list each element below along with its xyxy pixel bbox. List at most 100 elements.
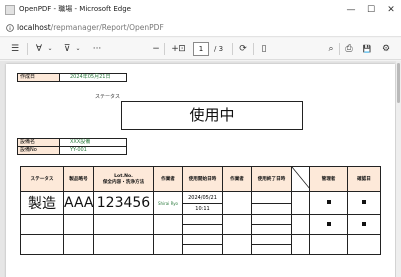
cell bbox=[63, 234, 94, 255]
toolbar-divider bbox=[27, 43, 28, 55]
equipment-no-value: YY-001 bbox=[59, 146, 127, 155]
minimize-button[interactable]: — bbox=[343, 2, 359, 18]
equipment-no-label: 設備No bbox=[17, 146, 60, 155]
cell bbox=[347, 214, 381, 235]
cell bbox=[309, 234, 348, 255]
vertical-scrollbar[interactable] bbox=[396, 61, 401, 277]
cell bbox=[222, 191, 252, 215]
chevron-down-icon[interactable]: ⌄ bbox=[74, 42, 82, 56]
worker-cell: Shirai Ryo bbox=[153, 191, 183, 215]
pdf-page: 作成日 2024年05月21日 ステータス 使用中 設備名 XXX設備 設備No… bbox=[6, 64, 395, 277]
cell bbox=[251, 234, 292, 245]
close-button[interactable]: ✕ bbox=[383, 2, 399, 18]
col-header: 作業者 bbox=[222, 166, 252, 192]
toolbar-divider bbox=[232, 43, 233, 55]
cell bbox=[153, 234, 183, 255]
cell bbox=[251, 244, 292, 255]
checkbox-mark bbox=[326, 221, 331, 226]
cell bbox=[251, 224, 292, 235]
cell bbox=[251, 203, 292, 215]
chevron-down-icon[interactable]: ⌄ bbox=[46, 42, 54, 56]
search-icon[interactable]: ⌕ bbox=[326, 42, 336, 56]
cell bbox=[20, 234, 64, 255]
info-icon[interactable] bbox=[6, 24, 14, 32]
product-cell: AAA bbox=[63, 191, 94, 215]
checkbox-mark bbox=[362, 221, 366, 226]
status-value: 使用中 bbox=[121, 101, 303, 130]
col-header: 製品略号 bbox=[63, 166, 94, 192]
col-header-diagonal bbox=[291, 166, 310, 192]
checkbox-mark bbox=[326, 200, 331, 204]
cell bbox=[251, 191, 292, 204]
start-time-cell: 10:11 bbox=[182, 203, 223, 215]
window-title: OpenPDF - 職場 - Microsoft Edge bbox=[19, 5, 131, 13]
url-host: localhost bbox=[17, 23, 51, 32]
col-header: 管理者 bbox=[309, 166, 348, 192]
url-path: /repmanager/Report/OpenPDF bbox=[50, 23, 164, 32]
toolbar-divider bbox=[253, 43, 254, 55]
url-text[interactable]: localhost/repmanager/Report/OpenPDF bbox=[17, 23, 164, 32]
cell bbox=[347, 191, 381, 215]
toolbar-divider bbox=[164, 43, 165, 55]
cell bbox=[347, 234, 381, 255]
pdf-viewer[interactable]: 作成日 2024年05月21日 ステータス 使用中 設備名 XXX設備 設備No… bbox=[0, 61, 401, 277]
erase-icon[interactable]: ⊽ bbox=[62, 42, 72, 56]
cell bbox=[182, 244, 223, 255]
contents-icon[interactable]: ☰ bbox=[10, 42, 20, 56]
col-header: 使用終了日時 bbox=[251, 166, 292, 192]
table-row: 製造 AAA 123456 Shirai Ryo 2024/05/21 bbox=[20, 191, 381, 215]
cell bbox=[222, 214, 252, 235]
app-icon bbox=[5, 5, 15, 15]
cell bbox=[222, 234, 252, 255]
col-header: ステータス bbox=[20, 166, 64, 192]
fit-page-icon[interactable]: ⊡ bbox=[176, 42, 188, 56]
col-header: 使用開始日時 bbox=[182, 166, 223, 192]
lot-cell: 123456 bbox=[93, 191, 154, 215]
print-icon[interactable]: ⎙ bbox=[344, 42, 354, 56]
col-header: Lot.No. 保全内容・洗浄方法 bbox=[93, 166, 154, 192]
page-number-input[interactable]: 1 bbox=[193, 42, 209, 56]
page-total: / 3 bbox=[214, 45, 224, 53]
cell bbox=[63, 214, 94, 235]
created-value: 2024年05月21日 bbox=[59, 73, 127, 82]
cell bbox=[251, 214, 292, 225]
rotate-icon[interactable]: ⟳ bbox=[238, 42, 248, 56]
status-caption: ステータス bbox=[95, 94, 121, 100]
cell bbox=[182, 214, 223, 225]
checkbox-mark bbox=[362, 200, 366, 204]
cell bbox=[93, 234, 154, 255]
cell bbox=[291, 214, 310, 235]
cell bbox=[93, 214, 154, 235]
draw-icon[interactable]: ∀ bbox=[34, 42, 44, 56]
diagonal-line bbox=[292, 167, 309, 188]
start-date-cell: 2024/05/21 bbox=[182, 191, 223, 204]
pdf-toolbar: ☰ ∀ ⌄ ⊽ ⌄ ··· − + ⊡ 1 / 3 ⟳ ▯ ⌕ ⎙ 💾 ⚙ bbox=[0, 38, 401, 60]
cell bbox=[309, 214, 348, 235]
usage-table: ステータス 製品略号 Lot.No. 保全内容・洗浄方法 作業者 使用開始日時 … bbox=[20, 166, 381, 255]
maximize-button[interactable]: ☐ bbox=[363, 2, 379, 18]
title-bar: OpenPDF - 職場 - Microsoft Edge — ☐ ✕ bbox=[0, 0, 401, 20]
cell bbox=[291, 234, 310, 255]
table-row bbox=[20, 214, 381, 235]
status-cell: 製造 bbox=[20, 191, 64, 215]
created-label: 作成日 bbox=[17, 73, 60, 82]
zoom-out-button[interactable]: − bbox=[151, 42, 161, 56]
col-header: 作業者 bbox=[153, 166, 183, 192]
save-icon[interactable]: 💾 bbox=[362, 42, 372, 56]
cell bbox=[20, 214, 64, 235]
cell bbox=[153, 214, 183, 235]
scrollbar-thumb[interactable] bbox=[397, 63, 400, 103]
table-header-row: ステータス 製品略号 Lot.No. 保全内容・洗浄方法 作業者 使用開始日時 … bbox=[20, 166, 381, 192]
col-header: 確認日 bbox=[347, 166, 381, 192]
toolbar-divider bbox=[339, 43, 340, 55]
cell bbox=[291, 191, 310, 215]
more-icon[interactable]: ··· bbox=[90, 42, 104, 56]
page-view-icon[interactable]: ▯ bbox=[259, 42, 269, 56]
address-bar[interactable]: localhost/repmanager/Report/OpenPDF bbox=[0, 20, 401, 37]
settings-icon[interactable]: ⚙ bbox=[381, 42, 391, 56]
cell bbox=[182, 224, 223, 235]
table-row bbox=[20, 234, 381, 255]
cell bbox=[182, 234, 223, 245]
browser-window: OpenPDF - 職場 - Microsoft Edge — ☐ ✕ loca… bbox=[0, 0, 401, 277]
cell bbox=[309, 191, 348, 215]
